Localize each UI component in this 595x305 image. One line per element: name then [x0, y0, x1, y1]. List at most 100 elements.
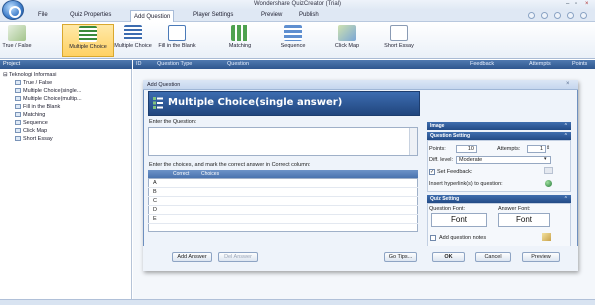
matching-icon: [231, 25, 249, 41]
attempts-label: Attempts:: [497, 146, 521, 152]
choice-row-a[interactable]: A: [148, 179, 418, 188]
tree-item-matching[interactable]: Matching: [15, 111, 128, 119]
go-tips-button[interactable]: Go Tips...: [384, 252, 417, 262]
set-feedback-checkbox[interactable]: ✓: [429, 169, 435, 175]
tree-item-sequence[interactable]: Sequence: [15, 119, 128, 127]
app-menu-orb-icon[interactable]: [2, 0, 24, 20]
menu-file[interactable]: File: [38, 12, 48, 18]
choice-row-c[interactable]: C: [148, 197, 418, 206]
account-icon[interactable]: [567, 12, 574, 19]
hyperlink-label: Insert hyperlink(s) to question:: [429, 181, 503, 187]
collapse-arrow-icon: ⌃: [563, 123, 568, 129]
true-false-icon: [15, 80, 21, 85]
ribbon-multiple-choice-multi-button[interactable]: Multiple Choice: [114, 24, 152, 57]
choice-row-d[interactable]: D: [148, 206, 418, 215]
tree-item-short-essay[interactable]: Short Essay: [15, 135, 128, 143]
col-choices: Choices: [201, 171, 220, 177]
short-essay-icon: [390, 25, 408, 41]
ribbon-click-map-button[interactable]: Click Map: [332, 24, 362, 57]
choice-row-b[interactable]: B: [148, 188, 418, 197]
notes-icon[interactable]: [542, 233, 551, 241]
question-scrollbar[interactable]: [409, 128, 417, 155]
help-icon[interactable]: [528, 12, 535, 19]
menu-preview[interactable]: Preview: [261, 12, 282, 18]
points-input[interactable]: 10: [456, 145, 477, 153]
tree-item-fill-blank[interactable]: Fill in the Blank: [15, 103, 128, 111]
globe-icon[interactable]: [545, 180, 552, 187]
cancel-button[interactable]: Cancel: [475, 252, 511, 262]
enter-question-label: Enter the Question:: [149, 119, 197, 125]
col-question-type[interactable]: Question Type: [157, 61, 192, 67]
ribbon-sequence-button[interactable]: Sequence: [277, 24, 309, 57]
minimize-button[interactable]: –: [566, 1, 569, 7]
sequence-icon: [15, 120, 21, 125]
sequence-icon: [284, 25, 302, 41]
tree-root[interactable]: ⊟ Teknologi Informasi: [3, 71, 128, 79]
chevron-down-icon[interactable]: ▾: [544, 156, 547, 162]
tree-item-true-false[interactable]: True / False: [15, 79, 128, 87]
question-font-label: Question Font:: [429, 206, 466, 212]
fill-in-blank-icon: [168, 25, 186, 41]
points-label: Points:: [429, 146, 446, 152]
ribbon-true-false-button[interactable]: True / False: [2, 24, 32, 57]
add-notes-checkbox[interactable]: [430, 235, 436, 241]
multiple-choice-multi-icon: [15, 96, 21, 101]
ribbon-fill-blank-button[interactable]: Fill in the Blank: [152, 24, 202, 57]
col-id[interactable]: ID: [136, 61, 142, 67]
col-attempts[interactable]: Attempts: [529, 61, 551, 67]
dialog-title: Add Question: [143, 80, 578, 90]
multiple-choice-single-icon: [79, 26, 97, 42]
ribbon-short-essay-button[interactable]: Short Essay: [381, 24, 417, 57]
true-false-icon: [8, 25, 26, 41]
menu-player-settings[interactable]: Player Settings: [193, 12, 233, 18]
ribbon-matching-button[interactable]: Matching: [225, 24, 255, 57]
click-map-icon: [338, 25, 356, 41]
col-feedback[interactable]: Feedback: [470, 61, 494, 67]
ribbon-multiple-choice-single-button[interactable]: Multiple Choice: [62, 24, 114, 57]
col-question[interactable]: Question: [227, 61, 249, 67]
image-section-header[interactable]: Image ⌃: [427, 122, 571, 130]
attempts-stepper-icon[interactable]: ⇕: [546, 145, 550, 151]
question-font-button[interactable]: Font: [431, 213, 487, 227]
collapse-arrow-icon: ⌃: [563, 196, 568, 202]
settings-icon[interactable]: [554, 12, 561, 19]
question-list-header: ID Question Type Question Feedback Attem…: [133, 60, 595, 69]
add-notes-label: Add question notes: [439, 235, 487, 241]
question-setting-header[interactable]: Question Setting ⌃: [427, 132, 571, 140]
menu-quiz-properties[interactable]: Quiz Properties: [70, 12, 111, 18]
fill-in-blank-icon: [15, 104, 21, 109]
multiple-choice-multi-icon: [124, 25, 142, 41]
diff-level-select[interactable]: Moderate: [456, 156, 551, 164]
menu-publish[interactable]: Publish: [299, 12, 319, 18]
maximize-button[interactable]: ▫: [575, 1, 577, 7]
matching-icon: [15, 112, 21, 117]
answer-font-label: Answer Font:: [498, 206, 531, 212]
info-icon[interactable]: [541, 12, 548, 19]
answer-font-button[interactable]: Font: [498, 213, 550, 227]
status-bar: [0, 299, 595, 305]
tree-item-multiple-choice-single[interactable]: Multiple Choice(single...: [15, 87, 128, 95]
window-title: Wondershare QuizCreator (Trial): [253, 1, 342, 7]
project-panel-header: Project: [0, 60, 132, 69]
ok-button[interactable]: OK: [432, 252, 465, 262]
project-tree: ⊟ Teknologi Informasi True / False Multi…: [0, 69, 132, 299]
question-type-title: Multiple Choice(single answer): [168, 97, 343, 108]
close-icon[interactable]: [580, 12, 587, 19]
add-answer-button[interactable]: Add Answer: [172, 252, 212, 262]
attempts-input[interactable]: 1: [527, 145, 546, 153]
dialog-close-icon[interactable]: ×: [566, 81, 570, 87]
preview-button[interactable]: Preview: [522, 252, 560, 262]
tree-item-click-map[interactable]: Click Map: [15, 127, 128, 135]
choices-header: Correct Choices: [148, 170, 418, 178]
quiz-setting-header[interactable]: Quiz Setting ⌃: [427, 195, 571, 203]
list-icon: [153, 97, 163, 109]
question-textarea[interactable]: [148, 127, 418, 156]
col-points[interactable]: Points: [572, 61, 587, 67]
collapse-arrow-icon: ⌃: [563, 133, 568, 139]
feedback-edit-icon[interactable]: [544, 167, 553, 174]
del-answer-button[interactable]: Del Answer: [218, 252, 258, 262]
tree-item-multiple-choice-multi[interactable]: Multiple Choice(multip...: [15, 95, 128, 103]
set-feedback-label: Set Feedback:: [437, 169, 473, 175]
close-window-button[interactable]: ×: [585, 1, 589, 7]
choice-row-e[interactable]: E: [148, 215, 418, 224]
